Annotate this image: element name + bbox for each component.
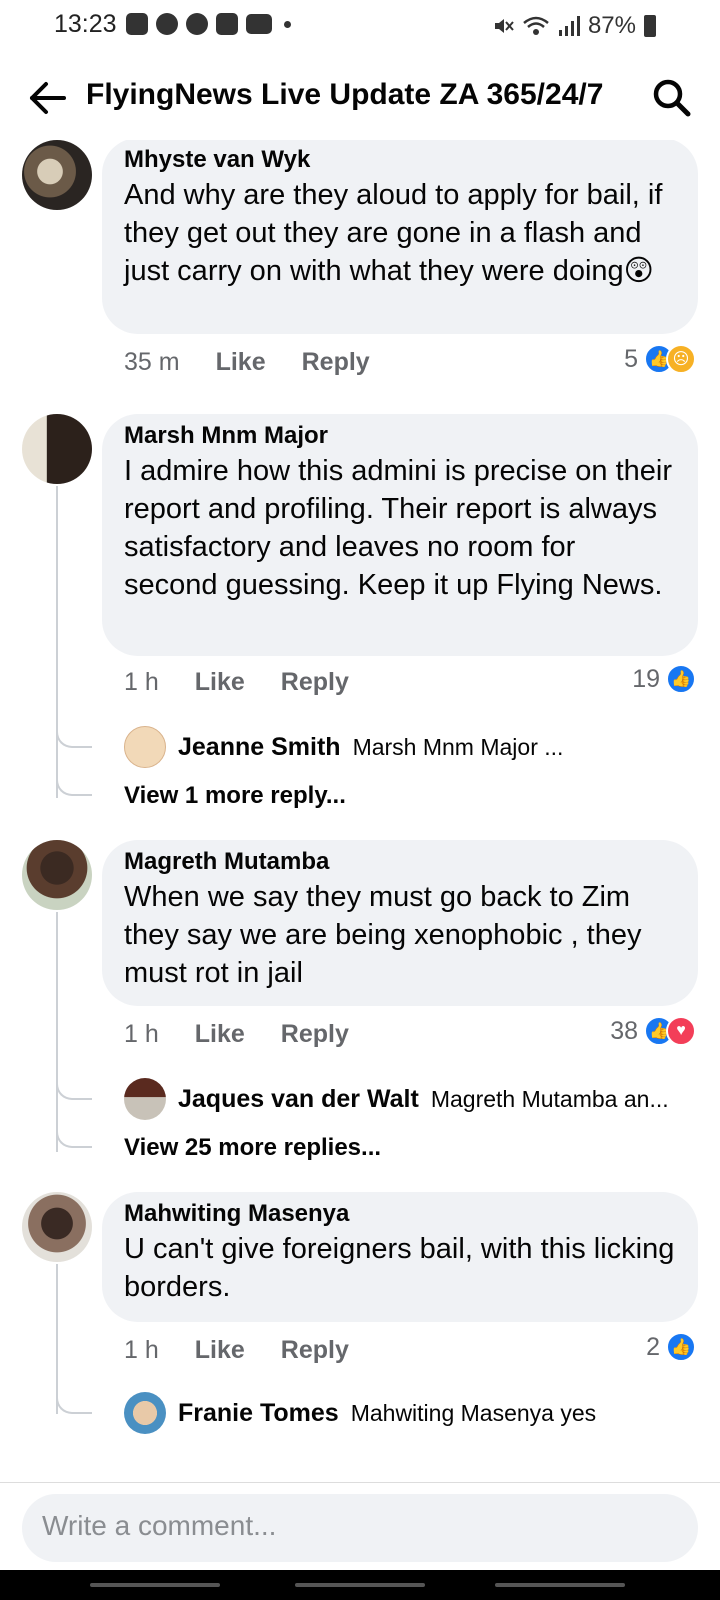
comment-actions: 1 h Like Reply [124, 668, 349, 697]
like-reaction-icon: 👍 [666, 1332, 696, 1362]
notification-icons [126, 13, 291, 35]
thread-branch [56, 700, 92, 748]
battery-level: 87% [587, 12, 636, 39]
download-notification-icon [216, 13, 238, 35]
reply-avatar[interactable] [124, 1392, 166, 1434]
reaction-summary[interactable]: 38 👍 ♥ [610, 1016, 696, 1046]
comment-input-placeholder: Write a comment... [42, 1510, 277, 1541]
comment-actions: 1 h Like Reply [124, 1336, 349, 1365]
comment-text: I admire how this admini is precise on t… [124, 455, 673, 601]
avatar[interactable] [22, 1192, 92, 1262]
reply-button[interactable]: Reply [281, 1336, 349, 1365]
thread-branch [56, 1366, 92, 1414]
reaction-summary[interactable]: 2 👍 [646, 1332, 696, 1362]
reply-author[interactable]: Jeanne Smith [178, 733, 341, 762]
reply-avatar[interactable] [124, 726, 166, 768]
reply-preview[interactable]: Jeanne Smith Marsh Mnm Major ... [124, 726, 563, 768]
status-bar: 13:23 87% [0, 0, 720, 54]
wifi-icon [523, 16, 549, 35]
comment-time: 1 h [124, 1020, 159, 1048]
comment-bubble[interactable]: Marsh Mnm Major I admire how this admini… [102, 414, 698, 656]
composer-divider [0, 1482, 720, 1483]
comment-author[interactable]: Marsh Mnm Major [124, 420, 676, 452]
home-button[interactable] [295, 1583, 425, 1587]
love-reaction-icon: ♥ [666, 1016, 696, 1046]
reply-author[interactable]: Jaques van der Walt [178, 1085, 419, 1114]
youtube-notification-icon [246, 14, 272, 34]
comment-author[interactable]: Mhyste van Wyk [124, 144, 676, 176]
back-button[interactable] [495, 1583, 625, 1587]
app-header: FlyingNews Live Update ZA 365/24/7 [0, 62, 720, 132]
reaction-count: 38 [610, 1016, 638, 1045]
like-button[interactable]: Like [216, 348, 266, 377]
comments-list: Mhyste van Wyk And why are they aloud to… [0, 140, 720, 1480]
like-button[interactable]: Like [195, 1336, 245, 1365]
comment-author[interactable]: Magreth Mutamba [124, 846, 676, 878]
recent-apps-button[interactable] [90, 1583, 220, 1587]
reaction-summary[interactable]: 5 👍 ☹ [624, 344, 696, 374]
reaction-count: 5 [624, 344, 638, 373]
more-notifications-icon [284, 20, 291, 28]
like-button[interactable]: Like [195, 1020, 245, 1049]
reply-button[interactable]: Reply [281, 668, 349, 697]
comment-text: When we say they must go back to Zim the… [124, 881, 642, 989]
mute-icon [494, 19, 514, 33]
comment-actions: 1 h Like Reply [124, 1020, 349, 1049]
reply-snippet: Magreth Mutamba an... [430, 1085, 669, 1112]
like-button[interactable]: Like [195, 668, 245, 697]
like-reaction-icon: 👍 [666, 664, 696, 694]
reply-avatar[interactable] [124, 1078, 166, 1120]
battery-icon [644, 15, 656, 37]
reaction-count: 2 [646, 1332, 660, 1361]
comment-time: 35 m [124, 348, 180, 376]
reply-snippet: Marsh Mnm Major ... [352, 733, 564, 760]
thread-branch [56, 1052, 92, 1100]
avatar[interactable] [22, 414, 92, 484]
system-icons: 87% [492, 12, 656, 40]
comment-time: 1 h [124, 1336, 159, 1364]
system-nav-bar [0, 1570, 720, 1600]
avatar[interactable] [22, 140, 92, 210]
reply-preview[interactable]: Jaques van der Walt Magreth Mutamba an..… [124, 1078, 669, 1120]
reply-button[interactable]: Reply [302, 348, 370, 377]
facebook-notification-icon [156, 13, 178, 35]
comment-text: U can't give foreigners bail, with this … [124, 1233, 675, 1303]
comment-text: And why are they aloud to apply for bail… [124, 179, 663, 287]
back-arrow-icon[interactable] [26, 76, 70, 120]
comment-time: 1 h [124, 668, 159, 696]
sad-reaction-icon: ☹ [666, 344, 696, 374]
page-title: FlyingNews Live Update ZA 365/24/7 [86, 78, 604, 111]
signal-icon [558, 16, 580, 36]
message-notification-icon [126, 13, 148, 35]
status-time: 13:23 [54, 10, 117, 38]
reply-preview[interactable]: Franie Tomes Mahwiting Masenya yes [124, 1392, 596, 1434]
avatar[interactable] [22, 840, 92, 910]
comment-bubble[interactable]: Magreth Mutamba When we say they must go… [102, 840, 698, 1006]
comment-author[interactable]: Mahwiting Masenya [124, 1198, 676, 1230]
reply-button[interactable]: Reply [281, 1020, 349, 1049]
comment-actions: 35 m Like Reply [124, 348, 370, 377]
reaction-summary[interactable]: 19 👍 [632, 664, 696, 694]
thread-branch [56, 1102, 92, 1148]
reply-author[interactable]: Franie Tomes [178, 1399, 339, 1428]
thread-branch [56, 750, 92, 796]
search-icon[interactable] [650, 76, 694, 120]
comment-input[interactable]: Write a comment... [22, 1494, 698, 1562]
view-more-replies-link[interactable]: View 25 more replies... [124, 1134, 381, 1162]
reply-snippet: Mahwiting Masenya yes [350, 1399, 597, 1426]
facebook-notification-icon-2 [186, 13, 208, 35]
comment-bubble[interactable]: Mahwiting Masenya U can't give foreigner… [102, 1192, 698, 1322]
view-more-replies-link[interactable]: View 1 more reply... [124, 782, 346, 810]
comment-bubble[interactable]: Mhyste van Wyk And why are they aloud to… [102, 140, 698, 334]
reaction-count: 19 [632, 664, 660, 693]
